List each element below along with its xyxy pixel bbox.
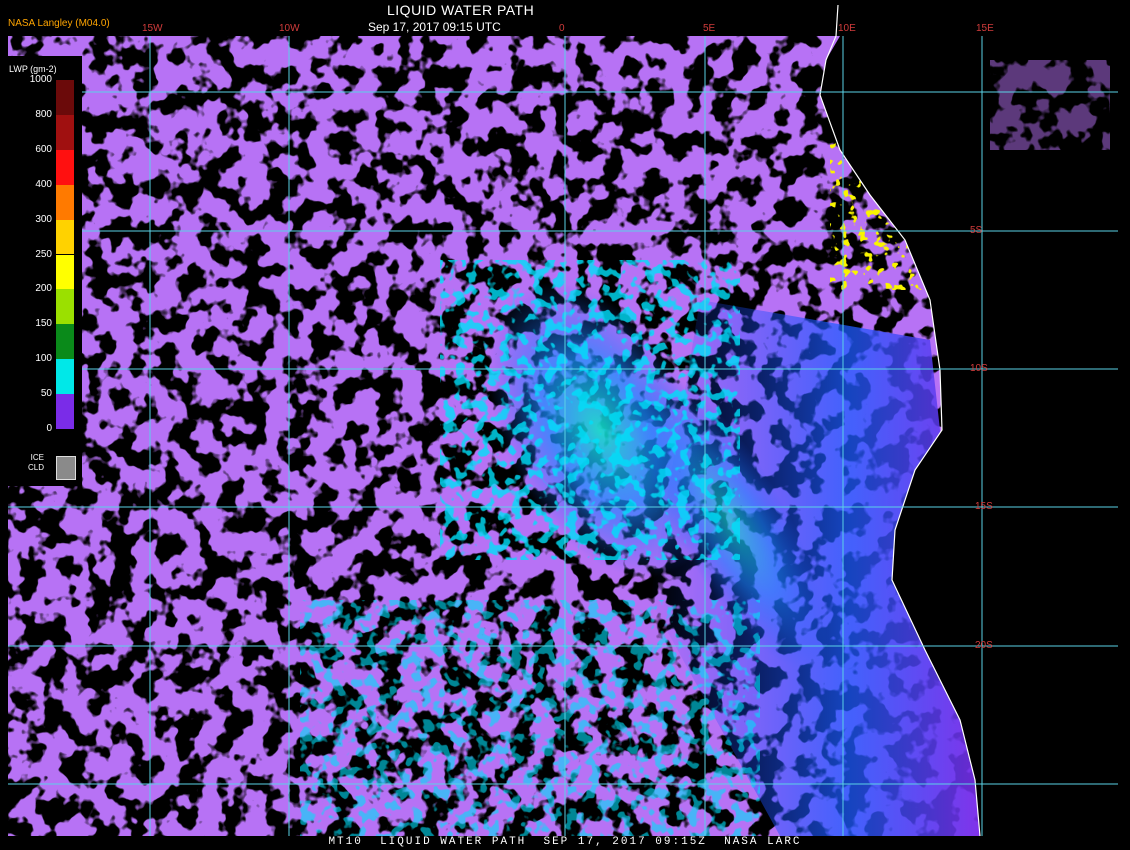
legend-tick-label: 800: [35, 108, 52, 120]
legend-swatch: [56, 254, 74, 290]
latitude-label: 10S: [970, 363, 988, 374]
legend-tick-label: 0: [46, 423, 52, 434]
legend-swatch: [56, 149, 74, 185]
latitude-label: 5S: [970, 225, 983, 236]
map-datetime: Sep 17, 2017 09:15 UTC: [368, 20, 501, 34]
legend-tick-label: 50: [40, 388, 52, 400]
legend-tick-label: 300: [35, 213, 52, 225]
brand-label: NASA Langley (M04.0): [8, 18, 110, 29]
longitude-label: 0: [559, 23, 565, 34]
legend-swatch: [56, 394, 74, 429]
legend-tick-label: 250: [35, 248, 52, 260]
footer-caption: MT10 LIQUID WATER PATH SEP 17, 2017 09:1…: [0, 836, 1130, 848]
ice-cloud-label: ICE CLD: [28, 453, 44, 473]
legend-swatch: [56, 289, 74, 325]
legend-tick-label: 200: [35, 283, 52, 295]
legend-swatch: [56, 324, 74, 360]
ice-cloud-swatch: [56, 456, 76, 480]
legend-swatch: [56, 359, 74, 395]
legend-tick-label: 100: [35, 353, 52, 365]
longitude-label: 10E: [838, 23, 856, 34]
longitude-label: 15W: [142, 23, 163, 34]
satellite-map: [0, 0, 1130, 850]
footer-product: MT10: [328, 836, 363, 848]
latitude-label: 20S: [975, 640, 993, 651]
legend-swatch: [56, 184, 74, 220]
longitude-label: 5E: [703, 23, 716, 34]
legend-swatch: [56, 114, 74, 150]
legend-swatch: [56, 219, 74, 255]
legend-title: LWP (gm-2): [9, 64, 57, 74]
longitude-label: 10W: [279, 23, 300, 34]
legend-tick-label: 1000: [29, 74, 52, 85]
footer-agency: NASA LARC: [724, 836, 802, 848]
map-title: LIQUID WATER PATH: [387, 2, 535, 18]
footer-title: LIQUID WATER PATH: [380, 836, 527, 848]
legend-tick-label: 150: [35, 318, 52, 330]
latitude-label: 15S: [975, 501, 993, 512]
ice-label-line-1: ICE: [30, 453, 45, 462]
longitude-label: 15E: [976, 23, 994, 34]
footer-datetime: SEP 17, 2017 09:15Z: [543, 836, 707, 848]
legend-swatch: [56, 80, 74, 115]
legend-tick-label: 400: [35, 178, 52, 190]
legend-tick-label: 600: [35, 143, 52, 155]
ice-label-line-2: CLD: [28, 463, 45, 472]
